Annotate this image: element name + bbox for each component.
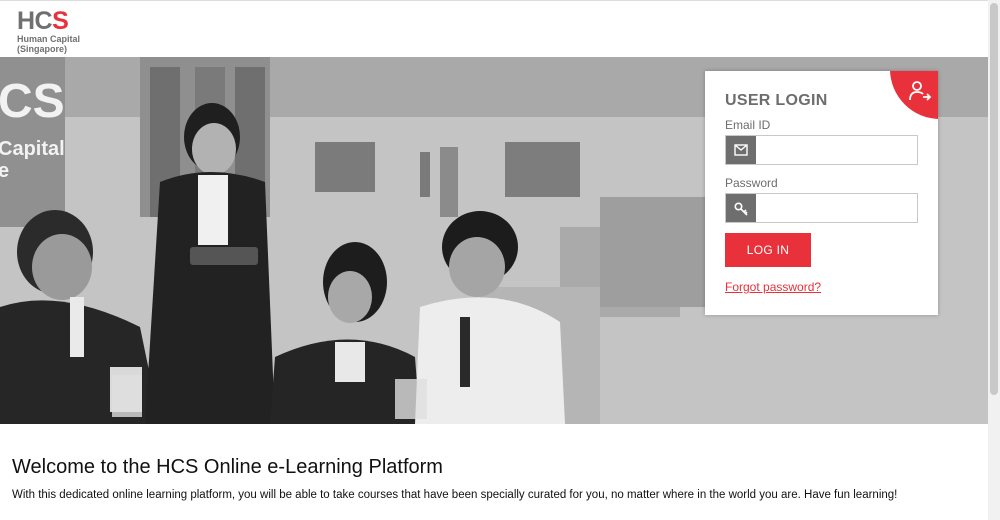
key-icon xyxy=(734,202,748,216)
page-scrollbar[interactable] xyxy=(988,0,1000,520)
site-header: HCS Human Capital (Singapore) xyxy=(0,0,988,58)
password-input[interactable] xyxy=(757,194,927,222)
login-title: USER LOGIN xyxy=(725,92,828,109)
user-login-panel: USER LOGIN Email ID Password LOG IN Forg… xyxy=(705,71,938,315)
password-label: Password xyxy=(725,176,778,190)
scrollbar-thumb[interactable] xyxy=(990,3,998,395)
login-button[interactable]: LOG IN xyxy=(725,233,811,267)
welcome-text: With this dedicated online learning plat… xyxy=(12,489,898,501)
svg-text:e: e xyxy=(0,160,9,182)
password-icon-box xyxy=(726,194,756,222)
logo-mark: HCS xyxy=(17,7,69,35)
email-label: Email ID xyxy=(725,118,771,132)
user-login-icon xyxy=(909,81,932,101)
svg-text:Capital: Capital xyxy=(0,138,65,160)
user-login-badge xyxy=(890,71,938,119)
email-icon-box xyxy=(726,136,756,164)
envelope-icon xyxy=(734,144,748,156)
forgot-password-link[interactable]: Forgot password? xyxy=(725,280,821,294)
logo-line-1: Human Capital xyxy=(17,34,81,44)
email-input[interactable] xyxy=(757,136,927,164)
svg-text:CS: CS xyxy=(0,75,65,128)
password-field xyxy=(725,193,927,223)
logo-line-2: (Singapore) xyxy=(17,44,68,54)
hcs-logo[interactable]: HCS Human Capital (Singapore) xyxy=(17,8,80,54)
email-field xyxy=(725,135,927,165)
welcome-title: Welcome to the HCS Online e-Learning Pla… xyxy=(12,456,443,478)
